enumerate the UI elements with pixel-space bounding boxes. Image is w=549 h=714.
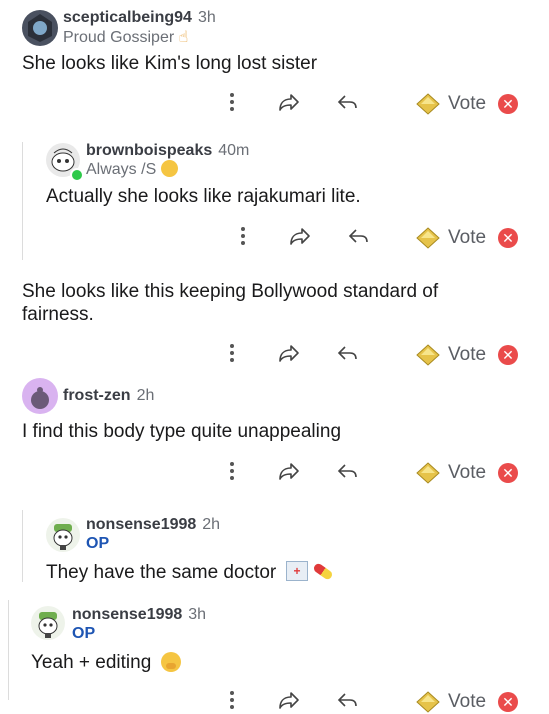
vote-arrows-icon[interactable] <box>416 343 440 367</box>
pill-emoji-icon <box>312 562 334 581</box>
reply-icon[interactable] <box>347 226 369 246</box>
username[interactable]: brownboispeaks <box>86 142 212 159</box>
op-badge: OP <box>86 535 110 552</box>
avatar[interactable] <box>22 10 58 46</box>
close-icon[interactable]: ✕ <box>498 94 519 114</box>
close-icon[interactable]: ✕ <box>498 692 519 712</box>
comment-header: nonsense1998 2h <box>86 516 220 534</box>
comment-header: brownboispeaks 40m <box>86 142 249 160</box>
vote-control[interactable]: Vote ✕ <box>416 343 519 367</box>
comment-text: Actually she looks like rajakumari lite. <box>46 186 361 207</box>
hand-over-mouth-emoji-icon <box>160 652 181 672</box>
vote-control[interactable]: Vote ✕ <box>416 226 519 250</box>
pointing-hand-icon: ☝ <box>178 29 189 46</box>
vote-label[interactable]: Vote <box>448 462 486 484</box>
reply-icon[interactable] <box>336 92 358 112</box>
share-icon[interactable] <box>278 690 300 710</box>
comment-text-line: fairness. <box>22 304 94 325</box>
more-options-icon[interactable] <box>233 226 253 246</box>
username[interactable]: nonsense1998 <box>72 606 182 623</box>
timestamp: 2h <box>202 516 221 533</box>
vote-arrows-icon[interactable] <box>416 461 440 485</box>
comment-text: Yeah + editing <box>31 652 181 674</box>
timestamp: 2h <box>136 387 155 404</box>
comment-actions <box>233 226 369 246</box>
more-options-icon[interactable] <box>222 461 242 481</box>
vote-control[interactable]: Vote ✕ <box>416 92 519 116</box>
close-icon[interactable]: ✕ <box>498 345 519 365</box>
comment-header: frost-zen 2h <box>63 387 154 405</box>
share-icon[interactable] <box>278 92 300 112</box>
avatar[interactable] <box>31 606 65 640</box>
thread-line <box>22 510 23 582</box>
reply-icon[interactable] <box>336 461 358 481</box>
comment-text-content: Yeah + editing <box>31 652 152 673</box>
smirk-emoji-icon <box>160 160 178 177</box>
vote-label[interactable]: Vote <box>448 93 486 115</box>
more-options-icon[interactable] <box>222 92 242 112</box>
vote-label[interactable]: Vote <box>448 691 486 713</box>
close-icon[interactable]: ✕ <box>498 228 519 248</box>
username[interactable]: frost-zen <box>63 387 131 404</box>
comment-actions <box>222 690 358 710</box>
thread-line <box>8 600 9 700</box>
comment-text-line: She looks like this keeping Bollywood st… <box>22 281 439 302</box>
op-badge: OP <box>72 625 96 642</box>
more-options-icon[interactable] <box>222 343 242 363</box>
hospital-emoji-icon: + <box>285 561 308 581</box>
vote-label[interactable]: Vote <box>448 227 486 249</box>
avatar[interactable] <box>22 378 58 414</box>
vote-control[interactable]: Vote ✕ <box>416 461 519 485</box>
reply-icon[interactable] <box>336 690 358 710</box>
share-icon[interactable] <box>278 343 300 363</box>
vote-arrows-icon[interactable] <box>416 690 440 714</box>
reply-icon[interactable] <box>336 343 358 363</box>
username[interactable]: scepticalbeing94 <box>63 9 192 26</box>
timestamp: 3h <box>197 9 216 26</box>
comment-text: I find this body type quite unappealing <box>22 421 342 442</box>
vote-arrows-icon[interactable] <box>416 92 440 116</box>
timestamp: 3h <box>188 606 207 623</box>
comment-header: scepticalbeing94 3h <box>63 9 216 27</box>
avatar[interactable] <box>46 518 80 552</box>
timestamp: 40m <box>218 142 250 159</box>
close-icon[interactable]: ✕ <box>498 463 519 483</box>
vote-label[interactable]: Vote <box>448 344 486 366</box>
comment-actions <box>222 461 358 481</box>
comment-text: They have the same doctor + <box>46 561 334 584</box>
online-indicator <box>70 168 84 182</box>
thread-line <box>22 142 23 260</box>
share-icon[interactable] <box>278 461 300 481</box>
comment-header: nonsense1998 3h <box>72 606 206 624</box>
comment-text-content: They have the same doctor <box>46 562 277 583</box>
user-flair: Proud Gossiper ☝ <box>63 27 188 47</box>
flair-text: Always /S <box>86 161 157 178</box>
comment-actions <box>222 343 358 363</box>
user-flair: Always /S <box>86 160 178 179</box>
comment-actions <box>222 92 358 112</box>
comment-text: She looks like Kim's long lost sister <box>22 53 318 74</box>
flair-text: Proud Gossiper <box>63 29 175 46</box>
share-icon[interactable] <box>289 226 311 246</box>
vote-control[interactable]: Vote ✕ <box>416 690 519 714</box>
username[interactable]: nonsense1998 <box>86 516 196 533</box>
vote-arrows-icon[interactable] <box>416 226 440 250</box>
more-options-icon[interactable] <box>222 690 242 710</box>
